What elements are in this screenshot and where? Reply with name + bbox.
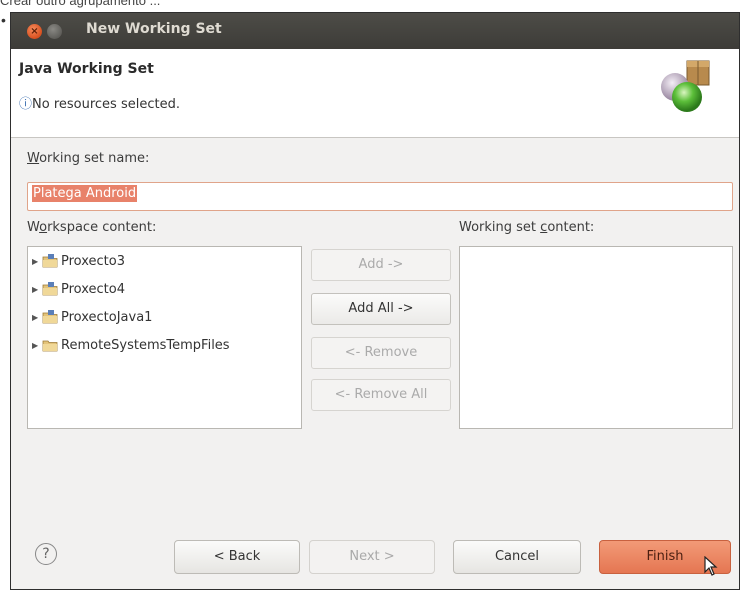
working-set-name-value: Platega Android xyxy=(32,185,138,202)
remove-all-button[interactable]: <- Remove All xyxy=(311,379,451,411)
window-title: New Working Set xyxy=(86,21,222,37)
back-button[interactable]: < Back xyxy=(174,540,300,574)
tree-item[interactable]: ▶ Proxecto4 xyxy=(28,275,301,303)
title-bar: × New Working Set xyxy=(11,13,739,49)
mouse-cursor-icon xyxy=(704,556,718,576)
tree-item[interactable]: ▶ RemoteSystemsTempFiles xyxy=(28,331,301,359)
expand-arrow-icon[interactable]: ▶ xyxy=(32,257,42,266)
caption-text: Crear outro agrupamento ... xyxy=(0,0,161,8)
wizard-message: ⓘNo resources selected. xyxy=(19,93,180,112)
working-set-name-label: Working set name: xyxy=(27,151,150,166)
expand-arrow-icon[interactable]: ▶ xyxy=(32,341,42,350)
tree-item-label: Proxecto3 xyxy=(61,253,125,269)
help-icon[interactable]: ? xyxy=(35,543,57,565)
workspace-content-tree[interactable]: ▶ Proxecto3 ▶ Proxecto4 ▶ ProxectoJava1 ▶ Remot… xyxy=(27,246,302,429)
wizard-message-text: No resources selected. xyxy=(32,97,180,112)
remove-button[interactable]: <- Remove xyxy=(311,337,451,369)
expand-arrow-icon[interactable]: ▶ xyxy=(32,285,42,294)
bullet: • xyxy=(1,12,6,28)
info-icon: ⓘ xyxy=(19,97,33,112)
minimize-window-icon[interactable] xyxy=(47,24,62,39)
working-set-content-label: Working set content: xyxy=(459,220,595,235)
add-all-button[interactable]: Add All -> xyxy=(311,293,451,325)
tree-item-label: RemoteSystemsTempFiles xyxy=(61,337,230,353)
workspace-content-label: Workspace content: xyxy=(27,220,157,235)
tree-item-label: Proxecto4 xyxy=(61,281,125,297)
working-set-content-list[interactable] xyxy=(459,246,733,429)
close-window-icon[interactable]: × xyxy=(27,24,42,39)
tree-item[interactable]: ▶ ProxectoJava1 xyxy=(28,303,301,331)
folder-icon xyxy=(42,340,58,352)
java-project-icon xyxy=(42,254,58,268)
cancel-button[interactable]: Cancel xyxy=(453,540,581,574)
tree-item-label: ProxectoJava1 xyxy=(61,309,153,325)
java-project-icon xyxy=(42,310,58,324)
tree-item[interactable]: ▶ Proxecto3 xyxy=(28,247,301,275)
working-set-name-input[interactable]: Platega Android xyxy=(27,182,733,211)
next-button[interactable]: Next > xyxy=(309,540,435,574)
working-set-wizard-icon xyxy=(661,60,710,112)
expand-arrow-icon[interactable]: ▶ xyxy=(32,313,42,322)
wizard-header: Java Working Set ⓘNo resources selected. xyxy=(11,49,739,138)
wizard-page-title: Java Working Set xyxy=(19,61,154,77)
add-button[interactable]: Add -> xyxy=(311,249,451,281)
new-working-set-dialog: × New Working Set Java Working Set ⓘNo r… xyxy=(10,12,740,590)
java-project-icon xyxy=(42,282,58,296)
